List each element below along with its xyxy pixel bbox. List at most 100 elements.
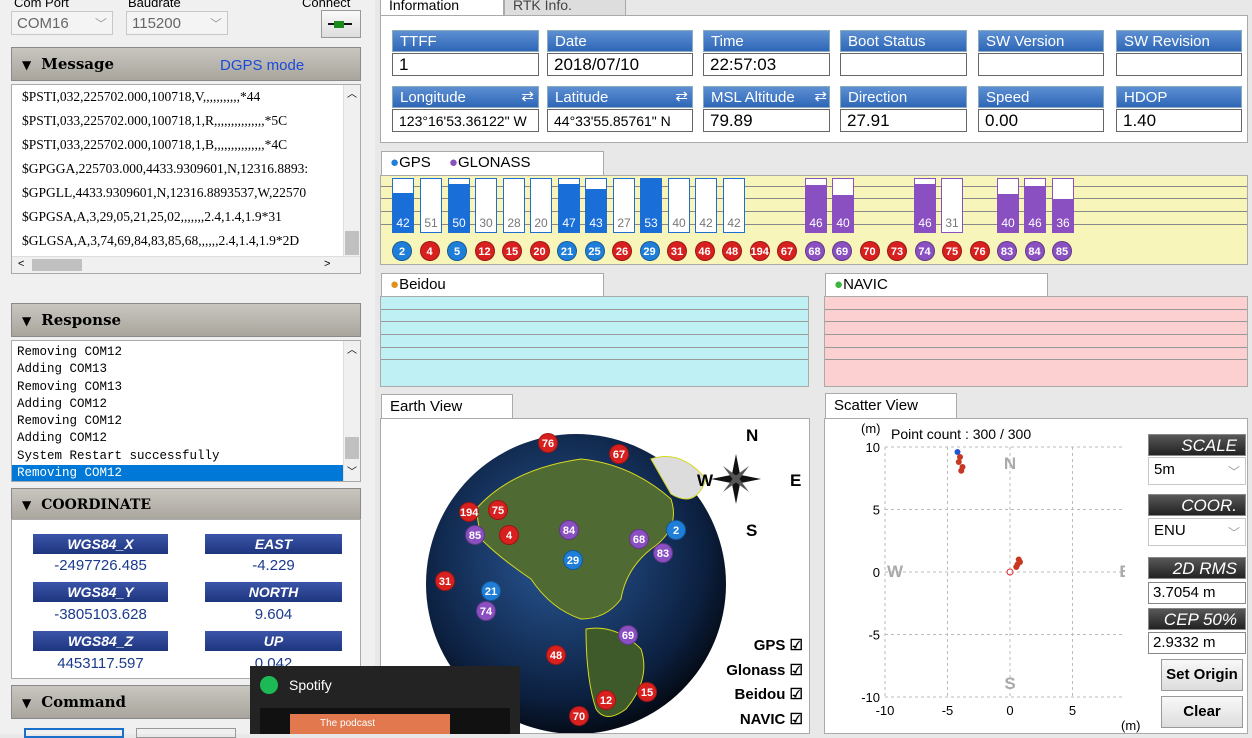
scale-label: SCALE (1148, 434, 1246, 456)
up-label: UP (205, 631, 342, 651)
latitude-value: 44°33'55.85761" N (547, 109, 693, 132)
response-header[interactable]: ▼ Response (11, 303, 361, 337)
response-line[interactable]: Removing COM12 (12, 344, 345, 361)
swap-icon[interactable]: ⇄ (521, 87, 534, 105)
scatter-point (958, 467, 965, 474)
snr-bar-label: 47 (562, 216, 576, 230)
message-list[interactable]: $PSTI,032,225702.000,100718,V,,,,,,,,,,,… (11, 84, 361, 274)
snr-bar-label: 40 (836, 216, 850, 230)
message-line: $PSTI,033,225702.000,100718,1,B,,,,,,,,,… (22, 137, 288, 152)
compass-e-label: E (1119, 562, 1125, 581)
snr-bar-label: 42 (699, 216, 713, 230)
wgs84-x-label: WGS84_X (33, 534, 168, 554)
navic-checkbox[interactable]: NAVIC ☑ (701, 710, 803, 728)
navic-dot-icon: ● (834, 276, 844, 293)
snr-bar-label: 43 (589, 216, 603, 230)
response-line[interactable]: Removing COM13 (12, 379, 345, 396)
response-line[interactable]: Adding COM12 (12, 396, 345, 413)
navic-label: NAVIC (843, 276, 888, 293)
satellite-id-badge: 15 (502, 241, 522, 261)
satellite-id-badge: 46 (694, 241, 715, 261)
gps-checkbox[interactable]: GPS ☑ (701, 636, 803, 654)
snr-bar-label: 40 (1001, 216, 1015, 230)
satellite-marker: 75 (488, 500, 508, 520)
response-line[interactable]: Removing COM12 (12, 413, 345, 430)
chevron-down-icon: ﹀ (1227, 465, 1240, 479)
east-label: EAST (205, 534, 342, 554)
chevron-down-icon: ﹀ (94, 17, 107, 31)
beidou-checkbox[interactable]: Beidou ☑ (701, 685, 803, 703)
glonass-label: GLONASS (457, 154, 531, 171)
response-line[interactable]: Removing COM12 (12, 465, 345, 481)
snr-bar: 46 (805, 178, 827, 233)
swap-icon[interactable]: ⇄ (814, 87, 827, 105)
compass-n: N (746, 426, 759, 445)
scroll-thumb[interactable] (345, 437, 359, 459)
y-tick-label: 10 (866, 440, 880, 455)
response-line[interactable]: Adding COM13 (12, 361, 345, 378)
snr-bar: 46 (1024, 178, 1046, 233)
gps-glonass-tab: ●GPS ●GLONASS (381, 151, 604, 175)
connect-button[interactable] (321, 10, 361, 38)
command-button[interactable] (136, 728, 236, 738)
response-list[interactable]: Removing COM12 Adding COM13 Removing COM13… (11, 340, 361, 482)
set-origin-button[interactable]: Set Origin (1161, 659, 1243, 691)
snr-bar: 27 (613, 178, 635, 233)
scatter-view-tab[interactable]: Scatter View (825, 393, 957, 418)
com-port-select[interactable]: COM16 ﹀ (11, 11, 113, 35)
snr-bar: 46 (914, 178, 936, 233)
spotify-notification[interactable]: Spotify The podcast (250, 666, 520, 734)
satellite-marker: 69 (618, 625, 638, 645)
rms-label: 2D RMS (1148, 557, 1246, 579)
tab-rtk-info[interactable]: RTK Info. (504, 0, 626, 16)
satellite-id-badge: 26 (612, 241, 632, 261)
hscroll-thumb[interactable] (32, 259, 82, 271)
satellite-marker: 4 (499, 525, 519, 545)
earth-view-tab[interactable]: Earth View (381, 394, 513, 419)
clear-button[interactable]: Clear (1161, 696, 1243, 728)
compass-e: E (790, 471, 802, 490)
snr-bar-label: 42 (396, 216, 410, 230)
com-port-label: Com Port (14, 0, 69, 10)
message-hscroll[interactable]: < > (12, 256, 360, 273)
snr-bar: 50 (448, 178, 470, 233)
tab-rtk-label: RTK Info. (513, 0, 572, 13)
beidou-snr-chart (380, 296, 809, 387)
response-vscroll[interactable]: ︿ ﹀ (343, 341, 360, 481)
scatter-unit: (m) (861, 421, 881, 436)
com-port-value: COM16 (17, 15, 69, 32)
snr-bar-label: 30 (479, 216, 493, 230)
snr-bar-label: 27 (617, 216, 631, 230)
snr-bar: 36 (1052, 178, 1074, 233)
snr-bar: 43 (585, 178, 607, 233)
snr-bar: 20 (530, 178, 552, 233)
y-tick-label: -5 (868, 628, 880, 643)
coor-select[interactable]: ENU ﹀ (1148, 518, 1246, 546)
baudrate-select[interactable]: 115200 ﹀ (126, 11, 228, 35)
snr-bar-label: 20 (534, 216, 548, 230)
scale-select[interactable]: 5m ﹀ (1148, 457, 1246, 485)
glonass-checkbox[interactable]: Glonass ☑ (701, 661, 803, 679)
thumbnail-text: The podcast (290, 714, 450, 734)
scatter-point (955, 459, 962, 465)
snr-bar: 42 (695, 178, 717, 233)
scroll-thumb[interactable] (345, 231, 359, 255)
response-line[interactable]: System Restart successfully (12, 448, 345, 465)
satellite-id-badge: 83 (997, 241, 1017, 261)
message-line: $GPGGA,225703.000,4433.9309601,N,12316.8… (22, 161, 309, 176)
command-button[interactable] (24, 728, 124, 738)
response-line[interactable]: Adding COM12 (12, 430, 345, 447)
satellite-marker: 2 (666, 520, 686, 540)
navic-tab: ●NAVIC (825, 273, 1048, 297)
baudrate-value: 115200 (132, 15, 181, 32)
swap-icon[interactable]: ⇄ (675, 87, 688, 105)
tab-information[interactable]: Information (380, 0, 504, 16)
wgs84-y-label: WGS84_Y (33, 582, 168, 602)
satellite-id-badge: 84 (1024, 241, 1045, 261)
coordinate-header[interactable]: ▼ COORDINATE (11, 488, 361, 521)
message-vscroll[interactable]: ︿ (343, 85, 360, 257)
snr-bar-label: 53 (644, 216, 658, 230)
snr-bar-label: 50 (452, 216, 466, 230)
message-header[interactable]: ▼ Message DGPS mode (11, 47, 361, 81)
satellite-id-badge: 4 (419, 241, 440, 261)
